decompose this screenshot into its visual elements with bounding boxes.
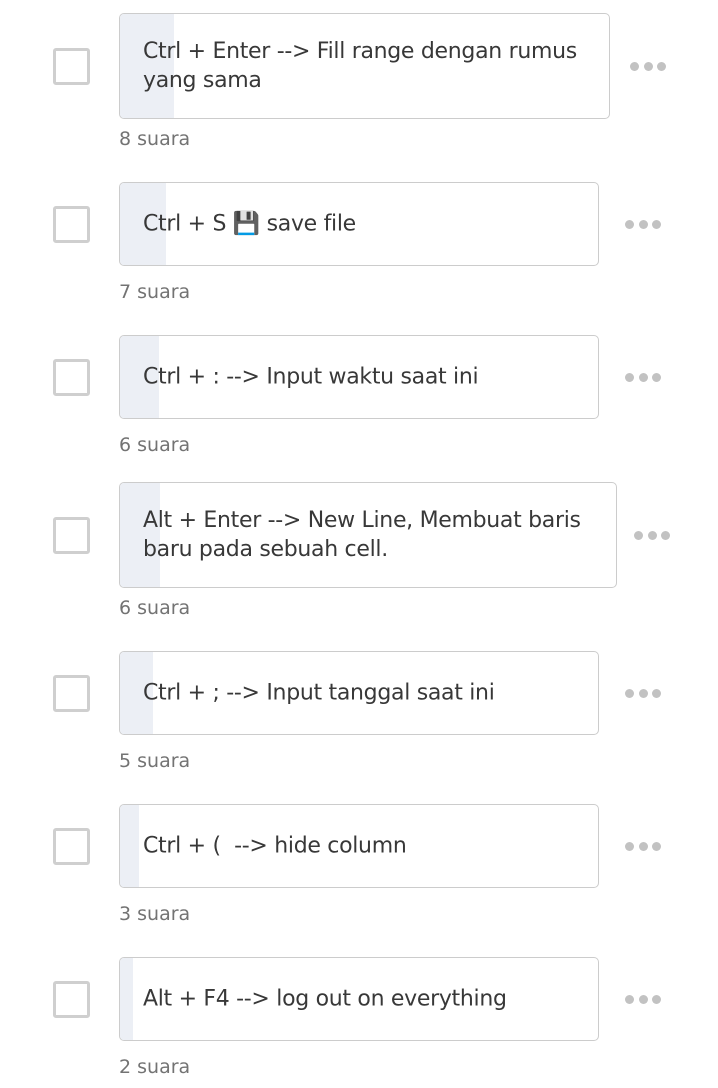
vote-count[interactable]: 8 suara bbox=[119, 127, 190, 151]
option-label: Ctrl + Enter --> Fill range dengan rumus… bbox=[143, 39, 577, 93]
option-button-1[interactable]: Ctrl + Enter --> Fill range dengan rumus… bbox=[119, 13, 610, 119]
option-label: Ctrl + ; --> Input tanggal saat ini bbox=[143, 680, 495, 706]
option-checkbox-1[interactable] bbox=[53, 48, 90, 85]
option-button-4[interactable]: Alt + Enter --> New Line, Membuat baris … bbox=[119, 482, 617, 588]
option-checkbox-3[interactable] bbox=[53, 359, 90, 396]
vote-count[interactable]: 7 suara bbox=[119, 280, 190, 304]
option-button-5[interactable]: Ctrl + ; --> Input tanggal saat ini bbox=[119, 651, 599, 735]
option-button-2[interactable]: Ctrl + S 💾 save file bbox=[119, 182, 599, 266]
option-button-3[interactable]: Ctrl + : --> Input waktu saat ini bbox=[119, 335, 599, 419]
more-options-icon[interactable] bbox=[634, 530, 670, 540]
option-checkbox-7[interactable] bbox=[53, 981, 90, 1018]
option-label: Ctrl + : --> Input waktu saat ini bbox=[143, 364, 479, 390]
more-options-icon[interactable] bbox=[630, 61, 666, 71]
option-label: Alt + F4 --> log out on everything bbox=[143, 986, 507, 1012]
option-checkbox-5[interactable] bbox=[53, 675, 90, 712]
more-options-icon[interactable] bbox=[625, 841, 661, 851]
vote-bar-fill bbox=[120, 958, 133, 1040]
more-options-icon[interactable] bbox=[625, 688, 661, 698]
vote-count[interactable]: 6 suara bbox=[119, 596, 190, 620]
vote-count[interactable]: 5 suara bbox=[119, 749, 190, 773]
option-checkbox-6[interactable] bbox=[53, 828, 90, 865]
option-checkbox-4[interactable] bbox=[53, 517, 90, 554]
vote-bar-fill bbox=[120, 805, 139, 887]
option-button-6[interactable]: Ctrl + ( --> hide column bbox=[119, 804, 599, 888]
more-options-icon[interactable] bbox=[625, 994, 661, 1004]
option-label: Ctrl + S 💾 save file bbox=[143, 211, 356, 237]
option-label: Ctrl + ( --> hide column bbox=[143, 833, 407, 859]
more-options-icon[interactable] bbox=[625, 219, 661, 229]
option-label: Alt + Enter --> New Line, Membuat baris … bbox=[143, 508, 581, 562]
option-checkbox-2[interactable] bbox=[53, 206, 90, 243]
vote-count[interactable]: 2 suara bbox=[119, 1055, 190, 1079]
more-options-icon[interactable] bbox=[625, 372, 661, 382]
vote-count[interactable]: 6 suara bbox=[119, 433, 190, 457]
option-button-7[interactable]: Alt + F4 --> log out on everything bbox=[119, 957, 599, 1041]
vote-count[interactable]: 3 suara bbox=[119, 902, 190, 926]
